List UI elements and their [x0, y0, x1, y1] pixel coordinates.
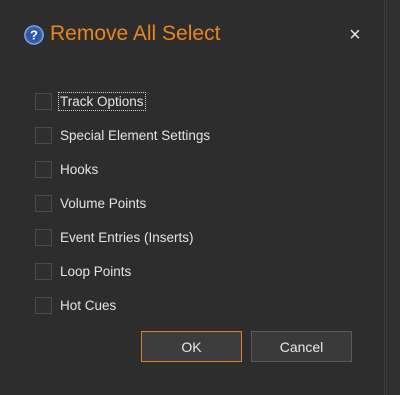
- ok-button[interactable]: OK: [141, 331, 242, 362]
- close-icon[interactable]: ×: [344, 24, 366, 46]
- event-entries-checkbox[interactable]: [35, 228, 52, 246]
- track-options-checkbox[interactable]: [35, 92, 52, 110]
- option-event-entries[interactable]: Event Entries (Inserts): [35, 220, 355, 254]
- hooks-checkbox[interactable]: [35, 160, 52, 178]
- option-label[interactable]: Track Options: [58, 91, 146, 111]
- volume-points-checkbox[interactable]: [35, 194, 52, 212]
- option-loop-points[interactable]: Loop Points: [35, 254, 355, 288]
- special-element-settings-checkbox[interactable]: [35, 126, 52, 144]
- svg-text:?: ?: [30, 28, 38, 43]
- option-hooks[interactable]: Hooks: [35, 152, 355, 186]
- dialog-title-bar: ? Remove All Select ×: [0, 0, 385, 68]
- option-label[interactable]: Hooks: [59, 161, 99, 178]
- option-volume-points[interactable]: Volume Points: [35, 186, 355, 220]
- option-label[interactable]: Event Entries (Inserts): [59, 229, 195, 246]
- dialog-title: Remove All Select: [50, 22, 221, 45]
- option-label[interactable]: Loop Points: [59, 263, 132, 280]
- loop-points-checkbox[interactable]: [35, 262, 52, 280]
- option-label[interactable]: Special Element Settings: [59, 127, 211, 144]
- cancel-button[interactable]: Cancel: [251, 331, 352, 362]
- background-window-edge: [386, 0, 400, 395]
- hot-cues-checkbox[interactable]: [35, 296, 52, 314]
- question-circle-icon[interactable]: ?: [24, 25, 44, 45]
- option-label[interactable]: Hot Cues: [59, 297, 117, 314]
- options-list: Track Options Special Element Settings H…: [35, 84, 355, 322]
- option-label[interactable]: Volume Points: [59, 195, 147, 212]
- option-track-options[interactable]: Track Options: [35, 84, 355, 118]
- option-hot-cues[interactable]: Hot Cues: [35, 288, 355, 322]
- remove-all-select-dialog: ? Remove All Select × Track Options Spec…: [0, 0, 385, 395]
- option-special-element-settings[interactable]: Special Element Settings: [35, 118, 355, 152]
